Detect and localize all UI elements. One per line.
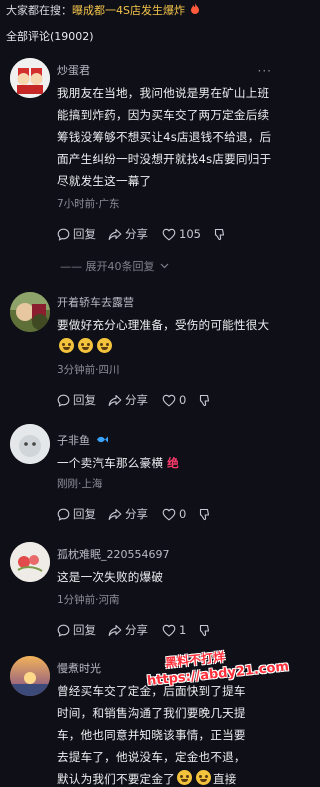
share-button[interactable]: 分享 [108, 392, 148, 408]
comments-count: 全部评论(19002) [6, 30, 94, 43]
reply-label: 回复 [73, 393, 96, 407]
crying-emoji-icon [97, 338, 112, 353]
like-count: 1 [179, 623, 187, 637]
comment-author[interactable]: 炒蛋君 [57, 62, 90, 78]
comment-body: 一个卖汽车那么豪横绝 [57, 456, 179, 470]
share-label: 分享 [125, 623, 148, 637]
comment-actions: 回复 分享 105 [57, 226, 228, 242]
reply-button[interactable]: 回复 [57, 392, 96, 408]
comment-body: 这是一次失败的爆破 [57, 570, 164, 584]
search-suggestion[interactable]: 大家都在搜：曝成都一4S店发生爆炸 [6, 2, 200, 18]
comment-meta: 7小时前·广东 [57, 198, 120, 210]
reply-label: 回复 [73, 507, 96, 521]
heart-icon [162, 624, 176, 636]
avatar[interactable] [10, 542, 50, 582]
laughing-emoji-icon [176, 770, 192, 785]
laughing-emoji-icon [195, 770, 211, 785]
hot-flame-icon [187, 3, 201, 17]
comment-author[interactable]: 慢煮时光 [57, 660, 101, 676]
comment-meta: 刚刚·上海 [57, 478, 103, 490]
expand-replies-label: —— 展开40条回复 [60, 260, 155, 273]
search-keyword-link[interactable]: 曝成都一4S店发生爆炸 [72, 4, 185, 17]
like-button[interactable]: 105 [162, 227, 201, 241]
comment-actions: 回复 分享 0 [57, 392, 213, 408]
reply-button[interactable]: 回复 [57, 506, 96, 522]
expand-replies-button[interactable]: —— 展开40条回复 [60, 258, 169, 274]
crying-emoji-icon [59, 338, 74, 353]
chevron-down-icon [160, 263, 169, 269]
heart-icon [162, 508, 176, 520]
search-label: 大家都在搜： [6, 4, 72, 17]
share-label: 分享 [125, 393, 148, 407]
share-icon [108, 394, 122, 406]
like-count: 0 [179, 393, 187, 407]
dislike-icon [200, 624, 210, 636]
more-options-icon[interactable]: ··· [258, 64, 272, 78]
reply-icon [57, 624, 70, 637]
share-label: 分享 [125, 507, 148, 521]
avatar[interactable] [10, 656, 50, 696]
heart-icon [162, 394, 176, 406]
share-icon [108, 624, 122, 636]
fish-icon [93, 436, 109, 447]
dislike-icon [200, 508, 210, 520]
share-button[interactable]: 分享 [108, 506, 148, 522]
like-count: 0 [179, 507, 187, 521]
reply-button[interactable]: 回复 [57, 226, 96, 242]
reply-label: 回复 [73, 227, 96, 241]
comment-actions: 回复 分享 0 [57, 506, 213, 522]
reply-icon [57, 228, 70, 241]
avatar[interactable] [10, 58, 50, 98]
heart-icon [162, 228, 176, 240]
avatar[interactable] [10, 424, 50, 464]
comment-author[interactable]: 子非鱼 [57, 432, 109, 448]
dislike-icon [214, 228, 225, 240]
dislike-button[interactable] [213, 228, 228, 241]
share-button[interactable]: 分享 [108, 622, 148, 638]
comment-author[interactable]: 孤枕难眠_220554697 [57, 546, 170, 562]
comment-meta: 3分钟前·四川 [57, 364, 120, 376]
reply-button[interactable]: 回复 [57, 622, 96, 638]
like-button[interactable]: 1 [162, 623, 186, 637]
share-icon [108, 228, 122, 240]
dislike-button[interactable] [198, 394, 213, 407]
avatar[interactable] [10, 292, 50, 332]
dislike-icon [200, 394, 210, 406]
crying-emoji-icon [78, 338, 93, 353]
jue-emoji-icon: 绝 [167, 456, 179, 470]
comment-body: 我朋友在当地，我问他说是男在矿山上班能搞到炸药，因为买车交了两万定金后续筹钱没筹… [57, 86, 272, 188]
share-label: 分享 [125, 227, 148, 241]
comment-author[interactable]: 开着轿车去露营 [57, 294, 134, 310]
dislike-button[interactable] [198, 508, 213, 521]
like-button[interactable]: 0 [162, 507, 186, 521]
dislike-button[interactable] [198, 624, 213, 637]
share-icon [108, 508, 122, 520]
like-button[interactable]: 0 [162, 393, 186, 407]
reply-icon [57, 394, 70, 407]
comment-actions: 回复 分享 1 [57, 622, 213, 638]
comment-body: 曾经买车交了定金，后面快到了提车 时间，和销售沟通了我们要晚几天提 车，他也同意… [57, 684, 246, 786]
like-count: 105 [179, 227, 201, 241]
reply-label: 回复 [73, 623, 96, 637]
comment-meta: 1分钟前·河南 [57, 594, 120, 606]
share-button[interactable]: 分享 [108, 226, 148, 242]
comment-body: 要做好充分心理准备，受伤的可能性很大 [57, 314, 275, 358]
reply-icon [57, 508, 70, 521]
